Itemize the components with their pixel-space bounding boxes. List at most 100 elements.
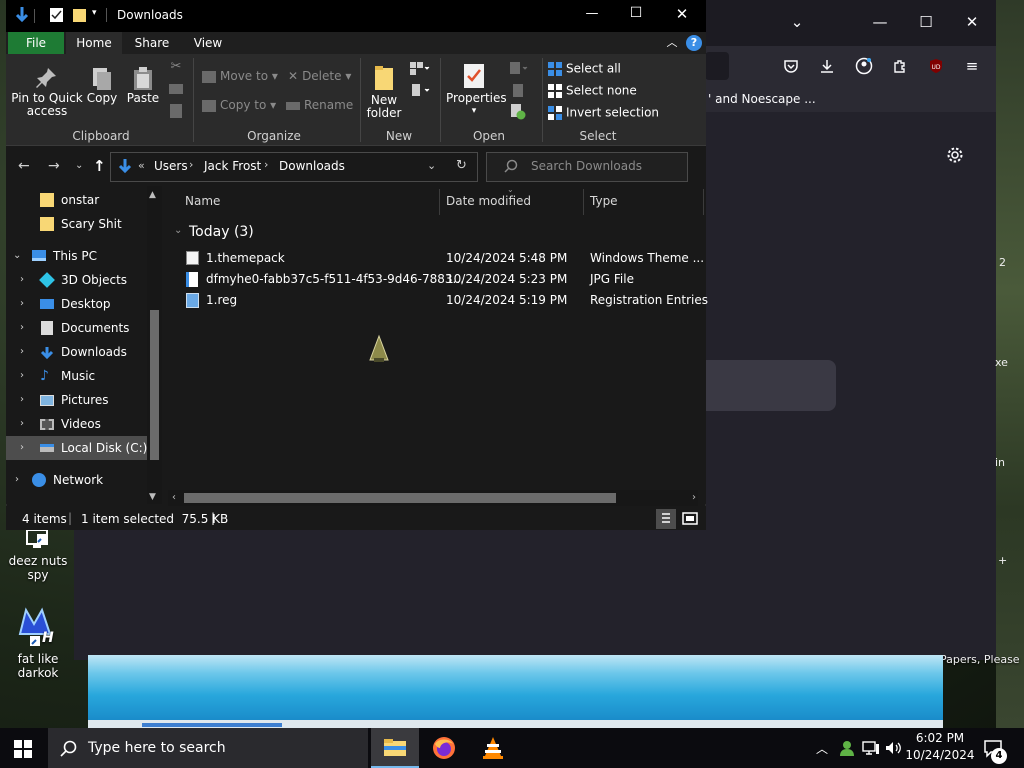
cut-icon[interactable]: ✂ <box>168 60 184 73</box>
rename-button[interactable]: Rename <box>286 99 353 112</box>
collapse-ribbon-chevron-icon[interactable]: ︿ <box>664 32 680 54</box>
column-divider[interactable] <box>583 189 584 215</box>
horizontal-scrollbar-thumb[interactable] <box>184 493 616 503</box>
breadcrumb-separator-icon[interactable]: › <box>264 158 268 171</box>
address-history-chevron-icon[interactable]: ⌄ <box>427 159 436 172</box>
expanded-chevron-icon[interactable]: ⌄ <box>13 244 21 268</box>
show-hidden-icons-chevron-icon[interactable]: ︿ <box>816 740 828 757</box>
forward-arrow-icon[interactable]: → <box>48 158 60 174</box>
clock[interactable]: 6:02 PM 10/24/2024 <box>900 730 980 766</box>
breadcrumb-jack-frost[interactable]: Jack Frost <box>204 159 261 173</box>
copy-path-icon[interactable] <box>168 84 184 97</box>
tab-home[interactable]: Home <box>66 32 122 54</box>
quick-access-customize-icon[interactable]: ▾ <box>92 8 97 18</box>
invert-selection-button[interactable]: Invert selection <box>548 106 659 120</box>
nav-item-network[interactable]: › Network <box>6 468 147 492</box>
taskbar-vlc[interactable] <box>469 728 517 768</box>
desktop-icon-fat-like-darkok[interactable]: H fat like darkok <box>0 604 76 680</box>
column-divider[interactable] <box>703 189 704 215</box>
windows-start-icon[interactable] <box>14 740 32 758</box>
scroll-right-arrow-icon[interactable]: › <box>692 492 696 503</box>
tab-view[interactable]: View <box>180 32 236 54</box>
collapsed-chevron-icon[interactable]: › <box>20 292 24 316</box>
new-folder-button[interactable]: New folder <box>364 64 404 120</box>
select-none-button[interactable]: Select none <box>548 84 637 98</box>
properties-button[interactable]: Properties ▾ <box>446 62 507 118</box>
tab-file[interactable]: File <box>8 32 64 54</box>
copy-button[interactable]: Copy <box>86 66 118 105</box>
collapsed-chevron-icon[interactable]: › <box>20 412 24 436</box>
nav-item-scary-shit[interactable]: Scary Shit <box>6 212 147 236</box>
file-row[interactable]: 1.reg 10/24/2024 5:19 PM Registration En… <box>178 290 708 311</box>
open-icon[interactable] <box>506 62 530 79</box>
select-all-button[interactable]: Select all <box>548 62 621 76</box>
nav-item-3d-objects[interactable]: › 3D Objects <box>6 268 147 292</box>
paste-shortcut-icon[interactable] <box>168 104 184 121</box>
refresh-icon[interactable]: ↻ <box>456 158 467 173</box>
pin-to-quick-access-button[interactable]: Pin to Quick access <box>10 66 84 118</box>
collapsed-chevron-icon[interactable]: › <box>20 316 24 340</box>
close-button[interactable]: ✕ <box>670 5 694 25</box>
details-view-icon[interactable] <box>656 509 676 529</box>
collapsed-chevron-icon[interactable]: › <box>20 388 24 412</box>
help-icon[interactable]: ? <box>686 35 702 51</box>
history-icon[interactable] <box>506 104 530 123</box>
collapsed-chevron-icon[interactable]: › <box>20 340 24 364</box>
nav-item-this-pc[interactable]: ⌄ This PC <box>6 244 147 268</box>
group-collapse-chevron-icon[interactable]: ⌄ <box>174 225 182 236</box>
browser-url-bar[interactable] <box>705 52 729 80</box>
large-icons-view-icon[interactable] <box>680 509 700 529</box>
breadcrumb-downloads[interactable]: Downloads <box>279 159 345 173</box>
settings-gear-icon[interactable] <box>944 144 966 166</box>
recent-locations-chevron-icon[interactable]: ⌄ <box>75 160 83 171</box>
collapsed-chevron-icon[interactable]: › <box>20 436 24 460</box>
copy-to-button[interactable]: Copy to ▾ <box>202 99 276 112</box>
properties-check-icon[interactable] <box>49 7 64 23</box>
file-row[interactable]: dfmyhe0-fabb37c5-f511-4f53-9d46-7883... … <box>178 269 690 290</box>
bookmark-item[interactable]: ' and Noescape ... <box>708 92 816 106</box>
collapsed-chevron-icon[interactable]: › <box>20 364 24 388</box>
nav-item-documents[interactable]: › Documents <box>6 316 147 340</box>
breadcrumb-separator-icon[interactable]: › <box>189 158 193 171</box>
nav-item-onstar[interactable]: onstar <box>6 188 147 212</box>
column-header-type[interactable]: Type <box>590 194 618 214</box>
new-item-icon[interactable] <box>408 62 432 79</box>
scroll-left-arrow-icon[interactable]: ‹ <box>172 492 176 503</box>
nav-scrollbar-thumb[interactable] <box>150 310 159 460</box>
column-header-name[interactable]: Name <box>185 194 220 214</box>
up-arrow-icon[interactable]: ↑ <box>93 157 106 175</box>
scroll-up-arrow-icon[interactable]: ▲ <box>149 190 156 200</box>
scroll-down-arrow-icon[interactable]: ▼ <box>149 492 156 502</box>
nav-item-pictures[interactable]: › Pictures <box>6 388 147 412</box>
browser-minimize-button[interactable]: — <box>869 11 891 33</box>
file-row[interactable]: 1.themepack 10/24/2024 5:48 PM Windows T… <box>178 248 704 269</box>
collapsed-chevron-icon[interactable]: › <box>15 468 19 492</box>
easy-access-icon[interactable] <box>408 84 432 101</box>
nav-item-downloads[interactable]: › Downloads <box>6 340 147 364</box>
nav-item-videos[interactable]: › Videos <box>6 412 147 436</box>
video-player[interactable] <box>88 655 943 728</box>
extensions-icon[interactable] <box>889 55 911 77</box>
breadcrumb-overflow[interactable]: « <box>138 159 145 172</box>
back-arrow-icon[interactable]: ← <box>18 158 30 174</box>
network-tray-icon[interactable] <box>862 740 880 756</box>
pocket-icon[interactable] <box>780 55 802 77</box>
taskbar-firefox[interactable] <box>420 728 468 768</box>
new-folder-quick-icon[interactable] <box>72 7 87 23</box>
minimize-button[interactable]: — <box>580 6 604 26</box>
delete-button[interactable]: ✕ Delete ▾ <box>288 70 351 83</box>
move-to-button[interactable]: Move to ▾ <box>202 70 278 83</box>
nav-item-local-disk[interactable]: › Local Disk (C:) <box>6 436 147 460</box>
tray-user-icon[interactable] <box>838 739 856 757</box>
desktop-icon-deez-nuts-spy[interactable]: deez nuts spy <box>0 526 76 582</box>
edit-icon[interactable] <box>506 84 530 101</box>
nav-item-music[interactable]: › ♪ Music <box>6 364 147 388</box>
browser-maximize-button[interactable]: ☐ <box>915 11 937 33</box>
tab-list-chevron-icon[interactable]: ⌄ <box>786 11 808 33</box>
paste-button[interactable]: Paste <box>126 66 160 105</box>
group-header-today[interactable]: Today (3) <box>189 224 254 240</box>
browser-menu-icon[interactable]: ≡ <box>961 55 983 77</box>
quick-access-down-icon[interactable] <box>14 6 32 26</box>
column-header-date[interactable]: Date modified <box>446 194 531 214</box>
taskbar-file-explorer[interactable] <box>371 728 419 768</box>
